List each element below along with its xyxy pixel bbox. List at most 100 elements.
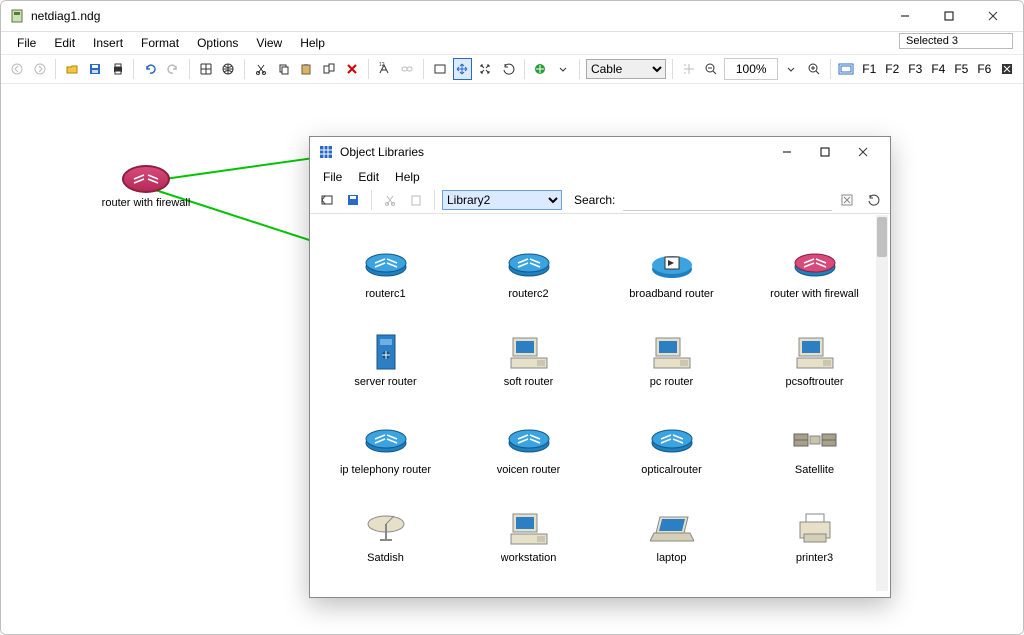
- dialog-menu-edit[interactable]: Edit: [351, 169, 386, 185]
- f2-key[interactable]: F2: [882, 62, 902, 76]
- rect-tool-icon[interactable]: [430, 58, 450, 80]
- library-item[interactable]: ip telephony router: [318, 394, 453, 478]
- menu-file[interactable]: File: [9, 34, 44, 52]
- menu-edit[interactable]: Edit: [46, 34, 83, 52]
- library-item[interactable]: router with firewall: [747, 218, 882, 302]
- library-item-label: pcsoftrouter: [785, 376, 843, 390]
- tool-a-icon[interactable]: 12: [375, 58, 395, 80]
- undo-icon[interactable]: [140, 58, 160, 80]
- nav-forward-icon[interactable]: [30, 58, 50, 80]
- object-library-icon[interactable]: [531, 58, 551, 80]
- library-item[interactable]: routerc2: [461, 218, 596, 302]
- library-item-icon: [361, 242, 411, 286]
- main-window: netdiag1.ndg File Edit Insert Format Opt…: [0, 0, 1024, 635]
- save-icon[interactable]: [85, 58, 105, 80]
- close-panel-icon[interactable]: [997, 58, 1017, 80]
- dialog-titlebar: Object Libraries: [310, 137, 890, 167]
- library-item-label: broadband router: [629, 288, 713, 302]
- library-item[interactable]: printer3: [747, 482, 882, 566]
- library-item[interactable]: laptop: [604, 482, 739, 566]
- library-item[interactable]: mac: [461, 570, 596, 597]
- menu-options[interactable]: Options: [189, 34, 246, 52]
- library-items-panel[interactable]: routerc1routerc2 broadband router router w…: [310, 214, 890, 597]
- f5-key[interactable]: F5: [951, 62, 971, 76]
- diagram-router-object[interactable]: router with firewall: [91, 165, 201, 209]
- dialog-close-button[interactable]: [844, 138, 882, 166]
- expand-tool-icon[interactable]: [475, 58, 495, 80]
- library-item[interactable]: server router: [318, 306, 453, 390]
- dialog-save-icon[interactable]: [342, 189, 364, 211]
- cut-icon[interactable]: [251, 58, 271, 80]
- print-icon[interactable]: [108, 58, 128, 80]
- library-item[interactable]: pc2: [604, 570, 739, 597]
- rotate-icon[interactable]: [498, 58, 518, 80]
- dropdown-icon[interactable]: [553, 58, 573, 80]
- zoom-field[interactable]: [724, 58, 778, 80]
- library-item-icon: [790, 418, 840, 462]
- zoom-dropdown-icon[interactable]: [781, 58, 801, 80]
- library-item[interactable]: routerc1: [318, 218, 453, 302]
- search-input[interactable]: [623, 190, 832, 211]
- paste-icon[interactable]: [296, 58, 316, 80]
- library-item[interactable]: voicen router: [461, 394, 596, 478]
- library-combo[interactable]: Library2: [442, 190, 562, 210]
- library-item[interactable]: Satellite: [747, 394, 882, 478]
- library-item[interactable]: terminal0: [318, 570, 453, 597]
- copy-icon[interactable]: [274, 58, 294, 80]
- library-item-label: opticalrouter: [641, 464, 702, 478]
- clear-search-icon[interactable]: [836, 189, 858, 211]
- move-tool-icon[interactable]: [453, 58, 473, 80]
- svg-text:12: 12: [379, 62, 385, 68]
- library-item[interactable]: newton: [747, 570, 882, 597]
- dialog-menu-help[interactable]: Help: [388, 169, 427, 185]
- redo-icon[interactable]: [163, 58, 183, 80]
- dialog-toolbar: Library2 Search:: [310, 187, 890, 214]
- scrollbar-thumb[interactable]: [877, 217, 887, 257]
- dialog-view-icon[interactable]: [316, 189, 338, 211]
- dialog-scrollbar[interactable]: [876, 215, 888, 591]
- f1-key[interactable]: F1: [859, 62, 879, 76]
- f4-key[interactable]: F4: [928, 62, 948, 76]
- menu-help[interactable]: Help: [292, 34, 333, 52]
- library-item[interactable]: workstation: [461, 482, 596, 566]
- maximize-button[interactable]: [927, 1, 971, 31]
- f6-key[interactable]: F6: [974, 62, 994, 76]
- delete-icon[interactable]: [342, 58, 362, 80]
- titlebar: netdiag1.ndg: [1, 1, 1023, 32]
- zoom-in-icon[interactable]: [804, 58, 824, 80]
- f3-key[interactable]: F3: [905, 62, 925, 76]
- menu-format[interactable]: Format: [133, 34, 187, 52]
- fullscreen-icon[interactable]: [837, 58, 857, 80]
- refresh-icon[interactable]: [862, 189, 884, 211]
- library-item[interactable]: opticalrouter: [604, 394, 739, 478]
- grid-icon[interactable]: [196, 58, 216, 80]
- library-item[interactable]: broadband router: [604, 218, 739, 302]
- globe-icon[interactable]: [218, 58, 238, 80]
- link-icon[interactable]: [397, 58, 417, 80]
- minimize-button[interactable]: [883, 1, 927, 31]
- menu-view[interactable]: View: [248, 34, 290, 52]
- target-icon[interactable]: [679, 58, 699, 80]
- library-item-label: router with firewall: [770, 288, 859, 302]
- library-item-icon: [647, 594, 697, 597]
- duplicate-icon[interactable]: [319, 58, 339, 80]
- dialog-menu-file[interactable]: File: [316, 169, 349, 185]
- dialog-minimize-button[interactable]: [768, 138, 806, 166]
- dialog-cut-icon[interactable]: [379, 189, 401, 211]
- library-item-icon: [647, 418, 697, 462]
- library-item[interactable]: pc router: [604, 306, 739, 390]
- cable-combo[interactable]: Cable: [586, 59, 666, 79]
- library-item[interactable]: soft router: [461, 306, 596, 390]
- dialog-maximize-button[interactable]: [806, 138, 844, 166]
- nav-back-icon[interactable]: [7, 58, 27, 80]
- library-item-label: workstation: [501, 552, 557, 566]
- library-item[interactable]: Satdish: [318, 482, 453, 566]
- zoom-out-icon[interactable]: [702, 58, 722, 80]
- library-item-icon: [790, 242, 840, 286]
- close-button[interactable]: [971, 1, 1015, 31]
- menu-insert[interactable]: Insert: [85, 34, 131, 52]
- dialog-paste-icon[interactable]: [405, 189, 427, 211]
- library-item[interactable]: pcsoftrouter: [747, 306, 882, 390]
- library-item-icon: [361, 418, 411, 462]
- open-icon[interactable]: [62, 58, 82, 80]
